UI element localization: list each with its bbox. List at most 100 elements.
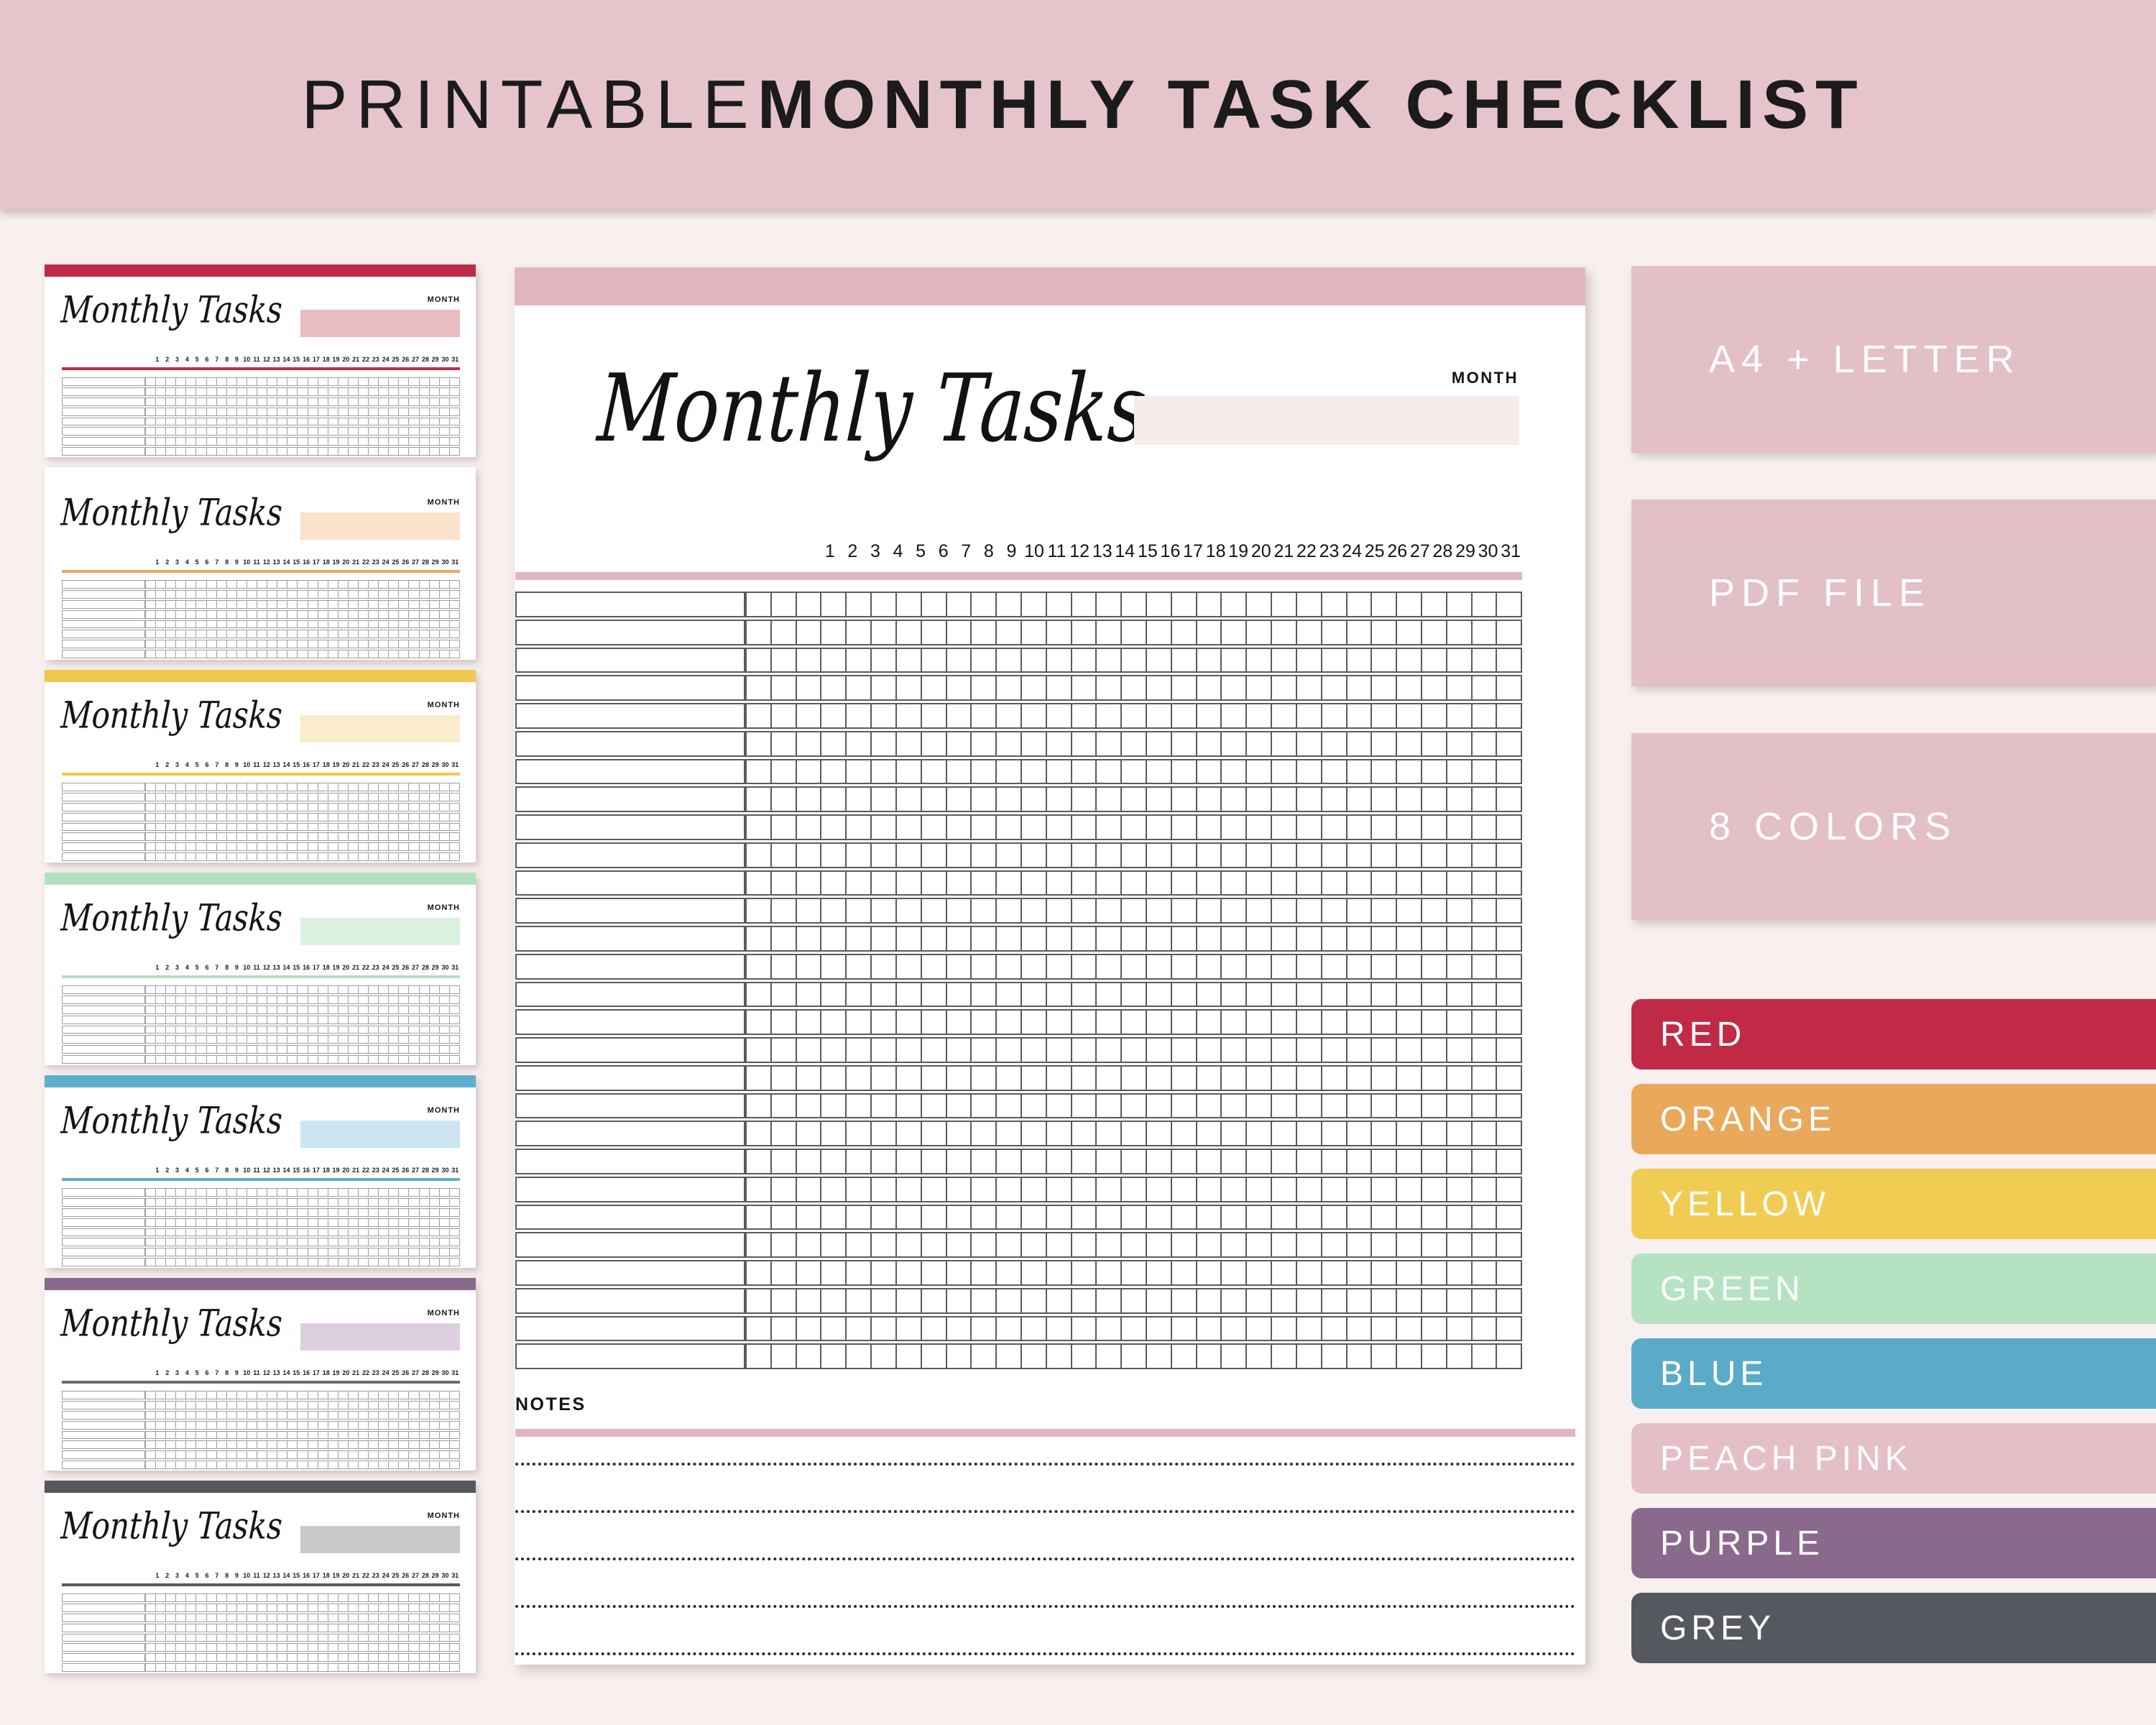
task-day-checkbox-cell[interactable] [997,898,1022,924]
task-day-checkbox-cell[interactable] [972,758,998,785]
task-day-checkbox-cell[interactable] [1247,1009,1273,1035]
task-day-checkbox-cell[interactable] [1021,730,1047,757]
task-day-checkbox-cell[interactable] [1497,592,1523,617]
task-day-checkbox-cell[interactable] [1147,870,1172,896]
task-day-checkbox-cell[interactable] [1372,592,1398,617]
task-day-checkbox-cell[interactable] [1422,926,1447,952]
task-day-checkbox-cell[interactable] [921,1204,947,1230]
task-day-checkbox-cell[interactable] [872,703,897,729]
task-day-checkbox-cell[interactable] [1397,870,1422,896]
notes-line[interactable] [515,1605,1575,1608]
task-day-checkbox-cell[interactable] [821,1204,847,1230]
task-day-checkbox-cell[interactable] [1372,1287,1398,1314]
task-day-checkbox-cell[interactable] [1197,814,1222,840]
task-day-checkbox-cell[interactable] [1347,1149,1373,1174]
task-day-checkbox-cell[interactable] [1197,703,1222,729]
task-day-checkbox-cell[interactable] [1021,870,1047,896]
task-day-checkbox-cell[interactable] [1247,1232,1273,1258]
notes-line[interactable] [515,1463,1575,1466]
task-day-checkbox-cell[interactable] [1072,870,1097,896]
task-day-checkbox-cell[interactable] [1447,647,1473,673]
task-day-checkbox-cell[interactable] [921,675,947,701]
notes-line[interactable] [515,1652,1575,1655]
task-day-checkbox-cell[interactable] [1347,647,1373,673]
task-day-checkbox-cell[interactable] [946,1232,972,1258]
task-day-checkbox-cell[interactable] [1046,926,1072,952]
task-day-checkbox-cell[interactable] [896,703,922,729]
task-day-checkbox-cell[interactable] [1171,842,1197,868]
task-day-checkbox-cell[interactable] [1422,953,1447,980]
task-day-checkbox-cell[interactable] [921,730,947,757]
task-name-cell[interactable] [515,1232,745,1258]
task-day-checkbox-cell[interactable] [1147,1037,1172,1063]
task-day-checkbox-cell[interactable] [1197,1092,1222,1119]
task-day-checkbox-cell[interactable] [821,703,847,729]
task-day-checkbox-cell[interactable] [1197,842,1222,868]
task-day-checkbox-cell[interactable] [1021,1343,1047,1369]
task-day-checkbox-cell[interactable] [1497,898,1523,924]
task-day-checkbox-cell[interactable] [1072,619,1097,645]
task-day-checkbox-cell[interactable] [1422,619,1447,645]
task-day-checkbox-cell[interactable] [1097,1149,1123,1174]
task-day-checkbox-cell[interactable] [1397,898,1422,924]
task-day-checkbox-cell[interactable] [1472,1037,1498,1063]
task-day-checkbox-cell[interactable] [972,703,998,729]
task-day-checkbox-cell[interactable] [1422,1037,1447,1063]
task-day-checkbox-cell[interactable] [796,1315,822,1342]
task-day-checkbox-cell[interactable] [972,730,998,757]
task-day-checkbox-cell[interactable] [1347,592,1373,617]
task-name-cell[interactable] [515,953,745,980]
task-row[interactable] [515,981,1523,1008]
task-day-checkbox-cell[interactable] [821,898,847,924]
task-day-checkbox-cell[interactable] [796,1232,822,1258]
task-day-checkbox-cell[interactable] [1372,647,1398,673]
task-day-checkbox-cell[interactable] [821,786,847,812]
task-day-checkbox-cell[interactable] [1322,786,1348,812]
task-day-checkbox-cell[interactable] [946,786,972,812]
task-day-checkbox-cell[interactable] [1347,842,1373,868]
task-day-checkbox-cell[interactable] [1046,1064,1072,1091]
task-day-checkbox-cell[interactable] [997,1092,1022,1119]
task-day-checkbox-cell[interactable] [1296,758,1322,785]
task-row[interactable] [515,842,1523,868]
thumbnail-blue[interactable]: Monthly Tasks MONTH 1 2 3 4 5 6 7 8 9 10 11 12 13 14 15 1… [45,1075,476,1268]
task-day-checkbox-cell[interactable] [1322,730,1348,757]
task-day-checkbox-cell[interactable] [745,870,772,896]
task-name-cell[interactable] [515,1315,745,1342]
task-day-checkbox-cell[interactable] [921,926,947,952]
task-day-checkbox-cell[interactable] [1347,619,1373,645]
task-day-checkbox-cell[interactable] [1097,1315,1123,1342]
task-day-checkbox-cell[interactable] [847,814,872,840]
task-day-checkbox-cell[interactable] [1472,758,1498,785]
task-day-checkbox-cell[interactable] [1072,730,1097,757]
task-day-checkbox-cell[interactable] [896,675,922,701]
task-day-checkbox-cell[interactable] [1197,786,1222,812]
task-day-checkbox-cell[interactable] [1097,842,1123,868]
task-day-checkbox-cell[interactable] [1122,1149,1147,1174]
task-day-checkbox-cell[interactable] [1472,1260,1498,1286]
task-name-cell[interactable] [515,786,745,812]
task-day-checkbox-cell[interactable] [1222,1064,1248,1091]
task-row[interactable] [515,953,1523,980]
thumbnail-green[interactable]: Monthly Tasks MONTH 1 2 3 4 5 6 7 8 9 10 11 12 13 14 15 1… [45,873,476,1065]
task-day-checkbox-cell[interactable] [1197,926,1222,952]
task-day-checkbox-cell[interactable] [1272,703,1297,729]
task-day-checkbox-cell[interactable] [1147,926,1172,952]
color-swatch-green[interactable]: GREEN [1631,1254,2156,1324]
task-day-checkbox-cell[interactable] [921,1260,947,1286]
task-day-checkbox-cell[interactable] [1122,1092,1147,1119]
color-swatch-peach-pink[interactable]: PEACH PINK [1631,1423,2156,1494]
task-day-checkbox-cell[interactable] [1021,1232,1047,1258]
task-day-checkbox-cell[interactable] [1021,1287,1047,1314]
task-day-checkbox-cell[interactable] [1422,1009,1447,1035]
task-day-checkbox-cell[interactable] [1171,1009,1197,1035]
task-day-checkbox-cell[interactable] [1147,1149,1172,1174]
task-row[interactable] [515,1009,1523,1035]
task-day-checkbox-cell[interactable] [1272,592,1297,617]
task-day-checkbox-cell[interactable] [1097,1343,1123,1369]
task-day-checkbox-cell[interactable] [1147,1092,1172,1119]
task-day-checkbox-cell[interactable] [921,703,947,729]
task-day-checkbox-cell[interactable] [1197,1121,1222,1146]
task-day-checkbox-cell[interactable] [1097,898,1123,924]
task-day-checkbox-cell[interactable] [1021,758,1047,785]
